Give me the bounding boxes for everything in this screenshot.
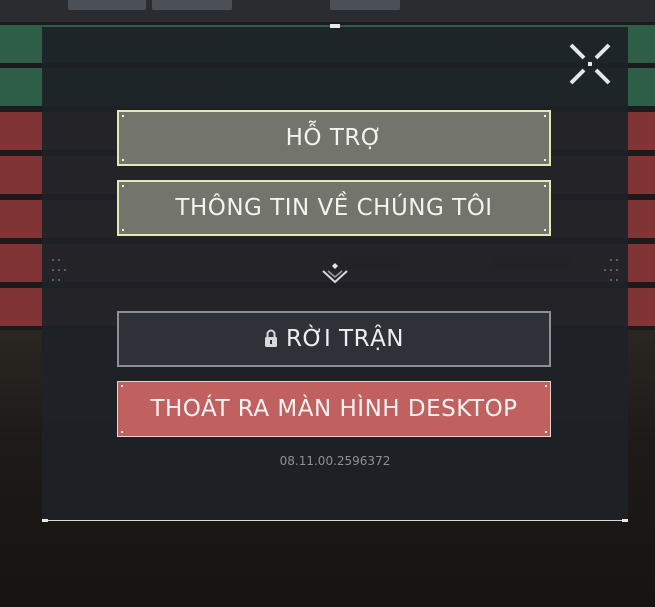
header-tab xyxy=(68,0,146,10)
quit-to-desktop-button-label: THOÁT RA MÀN HÌNH DESKTOP xyxy=(150,396,518,422)
game-menu-panel: HỖ TRỢ THÔNG TIN VỀ CHÚNG TÔI RỜI TRẬN T… xyxy=(42,24,628,522)
quit-to-desktop-button[interactable]: THOÁT RA MÀN HÌNH DESKTOP xyxy=(117,381,551,437)
panel-corner xyxy=(42,519,48,522)
chevron-down-icon xyxy=(319,261,351,287)
about-us-button[interactable]: THÔNG TIN VỀ CHÚNG TÔI xyxy=(117,180,551,236)
support-button-label: HỖ TRỢ xyxy=(285,125,383,151)
header-tab xyxy=(152,0,232,10)
leave-match-button[interactable]: RỜI TRẬN xyxy=(117,311,551,367)
close-icon[interactable] xyxy=(567,41,613,87)
header-tab xyxy=(330,0,400,10)
panel-corner xyxy=(622,519,628,522)
side-ornament xyxy=(50,257,66,285)
panel-top-notch xyxy=(330,24,340,28)
leave-match-button-label: RỜI TRẬN xyxy=(285,326,405,352)
scoreboard-header xyxy=(0,0,655,22)
support-button[interactable]: HỖ TRỢ xyxy=(117,110,551,166)
about-us-button-label: THÔNG TIN VỀ CHÚNG TÔI xyxy=(175,195,493,221)
side-ornament xyxy=(604,257,620,285)
lock-icon xyxy=(264,328,278,354)
version-label: 08.11.00.2596372 xyxy=(279,454,391,468)
